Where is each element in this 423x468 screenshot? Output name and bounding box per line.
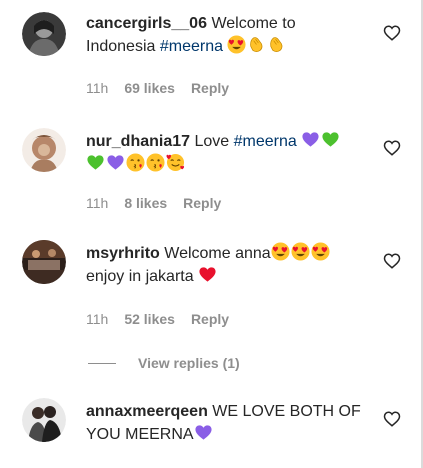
heart-eyes-emoji-icon [227, 35, 246, 54]
comment-time: 11h [86, 195, 109, 211]
smiling-face-with-hearts-emoji-icon [166, 153, 185, 172]
clap-emoji-icon [250, 37, 263, 53]
comment-username[interactable]: cancergirls__06 [86, 15, 207, 32]
comment-username[interactable]: annaxmeerqeen [86, 403, 208, 420]
likes-count[interactable]: 69 likes [124, 80, 175, 96]
like-heart-icon[interactable] [383, 252, 401, 270]
comment-meta: 11h 8 likes Reply [86, 195, 221, 211]
comment-body: cancergirls__06 Welcome to Indonesia #me… [86, 13, 368, 58]
kiss-face-emoji-icon [126, 153, 145, 172]
comment-meta: 11h 69 likes Reply [86, 80, 229, 96]
purple-heart-emoji-icon [302, 132, 319, 147]
comment-time: 11h [86, 311, 109, 327]
avatar[interactable] [22, 128, 66, 172]
reply-button[interactable]: Reply [191, 80, 229, 96]
like-heart-icon[interactable] [383, 24, 401, 42]
comment-username[interactable]: nur_dhania17 [86, 133, 190, 150]
comment-text: Welcome anna [164, 245, 271, 262]
view-replies-button[interactable]: View replies (1) [88, 355, 240, 371]
hashtag-link[interactable]: #meerna [160, 38, 223, 55]
avatar[interactable] [22, 12, 66, 56]
comment-meta: 11h 52 likes Reply [86, 311, 229, 327]
likes-count[interactable]: 52 likes [124, 311, 175, 327]
green-heart-emoji-icon [322, 132, 339, 147]
comment-time: 11h [86, 80, 109, 96]
like-heart-icon[interactable] [383, 139, 401, 157]
clap-emoji-icon [270, 37, 283, 53]
purple-heart-emoji-icon [107, 155, 124, 170]
purple-heart-emoji-icon [195, 425, 212, 440]
like-heart-icon[interactable] [383, 410, 401, 428]
reply-button[interactable]: Reply [191, 311, 229, 327]
comment-body: annaxmeerqeen WE LOVE BOTH OF YOU MEERNA [86, 401, 368, 446]
comment-username[interactable]: msyrhrito [86, 245, 160, 262]
comment-body: nur_dhania17 Love #meerna [86, 130, 368, 176]
reply-button[interactable]: Reply [183, 195, 221, 211]
comment-text: Love [194, 133, 234, 150]
comment-text-line-2: enjoy in jakarta [86, 268, 199, 285]
heart-eyes-emoji-icon [291, 242, 310, 261]
view-replies-label: View replies (1) [138, 355, 240, 371]
kiss-face-emoji-icon [146, 153, 165, 172]
green-heart-emoji-icon [87, 155, 104, 170]
hashtag-link[interactable]: #meerna [234, 133, 297, 150]
replies-divider [88, 362, 116, 364]
heart-eyes-emoji-icon [271, 242, 290, 261]
red-heart-emoji-icon [199, 267, 216, 282]
likes-count[interactable]: 8 likes [124, 195, 167, 211]
heart-eyes-emoji-icon [311, 242, 330, 261]
avatar[interactable] [22, 398, 66, 442]
avatar[interactable] [22, 240, 66, 284]
comment-body: msyrhrito Welcome anna enjoy in jakarta [86, 242, 368, 288]
